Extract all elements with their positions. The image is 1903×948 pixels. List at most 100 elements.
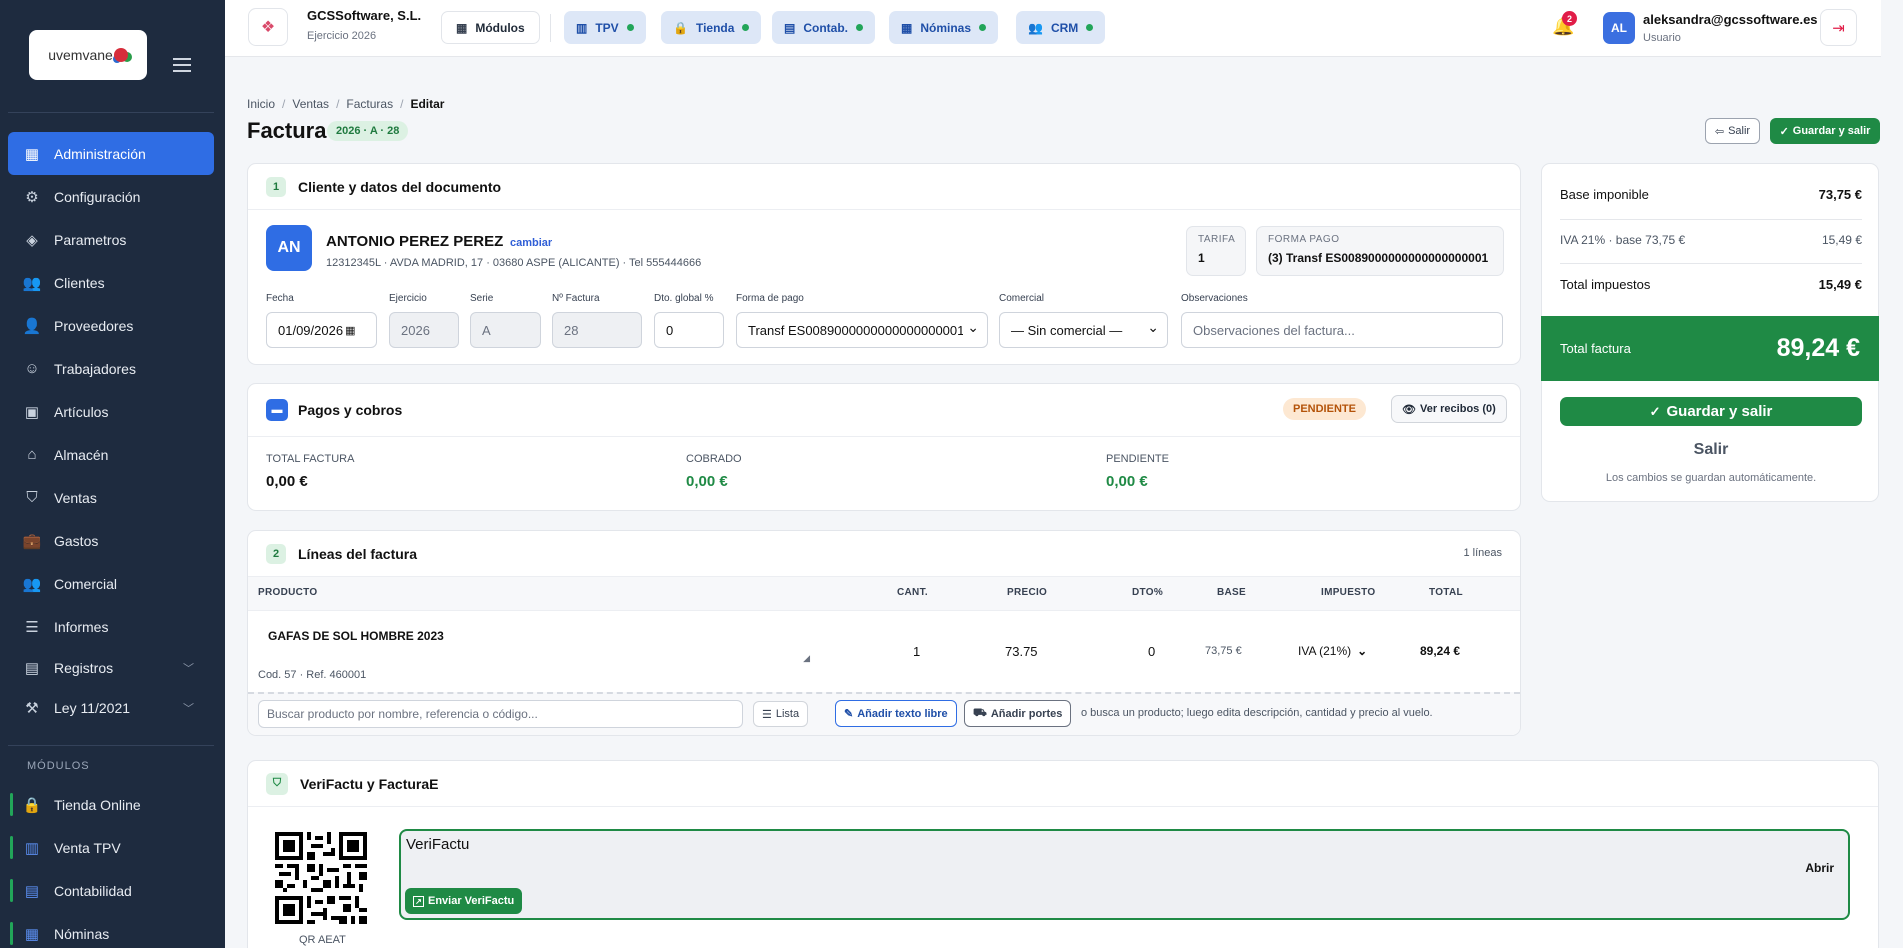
cell-precio[interactable]: 73.75: [1005, 644, 1038, 659]
divider: [8, 112, 214, 113]
list-button-label: Lista: [775, 708, 800, 720]
company-name: GCSSoftware, S.L.: [307, 8, 422, 23]
exit-button[interactable]: ⇦ Salir: [1705, 118, 1760, 144]
company-icon[interactable]: ❖: [248, 8, 288, 46]
module-venta-tpv[interactable]: ▥ Venta TPV: [8, 826, 214, 869]
sidebar-item-comercial[interactable]: 👥 Comercial: [8, 562, 214, 605]
ejercicio-input[interactable]: 2026: [389, 312, 459, 348]
forma-label: Forma de pago: [736, 293, 804, 304]
sidebar-item-administracion[interactable]: ▦ Administración: [8, 132, 214, 175]
send-verifactu-label: Enviar VeriFactu: [428, 895, 515, 907]
add-free-text-button[interactable]: ✎ Añadir texto libre: [835, 700, 957, 727]
forma-select[interactable]: Transf ES0089000000000000000001: [736, 312, 988, 348]
sidebar-item-label: Ventas: [54, 489, 97, 506]
calendar-icon[interactable]: ▦: [345, 324, 355, 337]
open-link[interactable]: Abrir: [1805, 861, 1834, 875]
external-link-icon: ↗: [413, 895, 424, 907]
total-value: 89,24 €: [1776, 334, 1860, 362]
sidebar-item-ventas[interactable]: ⛉ Ventas: [8, 476, 214, 519]
sidebar-item-clientes[interactable]: 👥 Clientes: [8, 261, 214, 304]
modules-title: MÓDULOS: [27, 760, 90, 772]
exit-button-label: Salir: [1728, 125, 1751, 137]
chip-crm[interactable]: 👥 CRM: [1016, 11, 1106, 44]
modules-button[interactable]: ▦ Módulos: [441, 11, 540, 44]
chip-nominas[interactable]: ▦ Nóminas: [889, 11, 999, 44]
exit-link[interactable]: Salir: [1560, 441, 1862, 459]
tax-select[interactable]: IVA (21%) ⌄: [1298, 644, 1367, 658]
sidebar-item-trabajadores[interactable]: ☺ Trabajadores: [8, 347, 214, 390]
register-icon: ▥: [24, 839, 40, 857]
chip-tienda[interactable]: 🔒 Tienda: [661, 11, 762, 44]
product-description-input[interactable]: GAFAS DE SOL HOMBRE 2023 ◢: [258, 622, 810, 664]
numero-input[interactable]: 28: [552, 312, 642, 348]
fecha-input[interactable]: 01/09/2026 ▦: [266, 312, 377, 348]
breadcrumb-inicio[interactable]: Inicio: [247, 97, 275, 111]
cell-total: 89,24 €: [1420, 644, 1461, 658]
sidebar-item-label: Registros: [54, 660, 114, 676]
menu-toggle-icon[interactable]: [173, 58, 191, 72]
sidebar-item-label: Proveedores: [54, 317, 134, 334]
sidebar-item-parametros[interactable]: ◈ Parametros: [8, 218, 214, 261]
sidebar-item-ley[interactable]: ⚒ Ley 11/2021 ﹀: [8, 688, 214, 728]
logout-icon[interactable]: ⇥: [1820, 9, 1857, 46]
sidebar-item-gastos[interactable]: 💼 Gastos: [8, 519, 214, 562]
observaciones-input[interactable]: Observaciones del factura...: [1181, 312, 1503, 348]
add-shipping-button[interactable]: ⛟ Añadir portes: [964, 700, 1072, 727]
breadcrumb-ventas[interactable]: Ventas: [292, 97, 329, 111]
serie-input[interactable]: A: [470, 312, 541, 348]
card-title: VeriFactu y FacturaE: [300, 775, 439, 792]
resize-handle-icon[interactable]: ◢: [803, 653, 810, 664]
modules-nav: 🔒 Tienda Online ▥ Venta TPV ▤ Contabilidad …: [8, 783, 214, 948]
logo[interactable]: uvemvane: [29, 30, 147, 80]
avatar[interactable]: AL: [1603, 12, 1635, 44]
truck-icon: ⛟: [973, 706, 987, 719]
sidebar-nav: ▦ Administración ⚙ Configuración ◈ Parametr…: [8, 132, 214, 728]
chip-tpv[interactable]: ▥ TPV: [564, 11, 646, 44]
comercial-select[interactable]: — Sin comercial —: [999, 312, 1168, 348]
forma-pago-value: (3) Transf ES0089000000000000000001: [1268, 251, 1489, 265]
view-receipts-button[interactable]: 👁 Ver recibos (0): [1391, 395, 1507, 423]
sidebar-item-registros[interactable]: ▤ Registros ﹀: [8, 648, 214, 688]
breadcrumb-facturas[interactable]: Facturas: [346, 97, 393, 111]
view-receipts-label: Ver recibos (0): [1419, 403, 1496, 415]
product-name: GAFAS DE SOL HOMBRE 2023: [268, 629, 444, 643]
list-button[interactable]: ☰ Lista: [753, 701, 809, 727]
module-tienda-online[interactable]: 🔒 Tienda Online: [8, 783, 214, 826]
chip-contab[interactable]: ▤ Contab.: [772, 11, 876, 44]
check-icon: ✓: [1779, 125, 1789, 138]
dto-input[interactable]: 0: [654, 312, 724, 348]
save-exit-button[interactable]: ✓ Guardar y salir: [1770, 118, 1880, 144]
sidebar-item-informes[interactable]: ☰ Informes: [8, 605, 214, 648]
sidebar-item-label: Comercial: [54, 575, 118, 592]
sidebar-item-articulos[interactable]: ▣ Artículos: [8, 390, 214, 433]
users-icon: 👥: [22, 274, 42, 292]
module-nominas[interactable]: ▦ Nóminas: [8, 912, 214, 948]
cell-dto[interactable]: 0: [1148, 644, 1155, 659]
save-exit-main-button[interactable]: ✓ Guardar y salir: [1560, 397, 1862, 426]
sidebar-item-label: Parametros: [54, 231, 127, 248]
verifactu-header: ⛉ VeriFactu y FacturaE: [248, 761, 1878, 807]
sidebar-item-proveedores[interactable]: 👤 Proveedores: [8, 304, 214, 347]
status-dot: [856, 24, 864, 31]
module-contabilidad[interactable]: ▤ Contabilidad: [8, 869, 214, 912]
change-client-link[interactable]: cambiar: [510, 237, 552, 249]
pendiente-value: 0,00 €: [1106, 473, 1148, 490]
sidebar-item-almacen[interactable]: ⌂ Almacén: [8, 433, 214, 476]
company-exercise: Ejercicio 2026: [307, 30, 377, 42]
qr-code-icon: [275, 832, 367, 924]
chip-label: Nóminas: [920, 20, 972, 35]
autosave-note: Los cambios se guardan automáticamente.: [1605, 472, 1817, 484]
cell-cant[interactable]: 1: [913, 644, 920, 659]
bag-icon: 🔒: [673, 20, 688, 35]
card-title: Pagos y cobros: [298, 402, 403, 418]
iva-row: IVA 21% · base 73,75 € 15,49 €: [1560, 233, 1862, 247]
card-title: Cliente y datos del documento: [298, 178, 502, 195]
send-verifactu-button[interactable]: ↗ Enviar VeriFactu: [405, 888, 523, 914]
document-icon: ▤: [784, 20, 796, 35]
sidebar-item-configuracion[interactable]: ⚙ Configuración: [8, 175, 214, 218]
edit-icon: ✎: [844, 708, 854, 720]
product-search-input[interactable]: Buscar producto por nombre, referencia o…: [258, 700, 743, 728]
total-factura-value: 0,00 €: [266, 473, 308, 490]
column-header-precio: PRECIO: [1007, 587, 1048, 598]
shield-icon: ⛉: [26, 489, 38, 506]
